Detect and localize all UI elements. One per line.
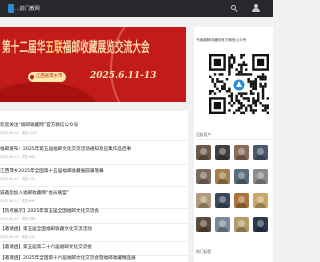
user-avatar[interactable] <box>234 217 249 232</box>
search-icon[interactable] <box>230 4 238 12</box>
user-avatar[interactable] <box>196 217 211 232</box>
active-users-title: 活跃用户 <box>196 132 212 137</box>
event-banner[interactable]: 第十二届华五联福邮收藏展览交流大会 江西省萍乡市 2025.6.11-13 <box>0 27 186 102</box>
site-logo[interactable]: ...前门教网 <box>8 4 40 13</box>
user-avatar[interactable] <box>234 169 249 184</box>
news-title[interactable]: 【热点展示】2025年第五届全国福邮文化交流会 <box>0 208 180 214</box>
right-sidebar: 书画福邮收藏网官方微信公众号 活跃用户 热门标签 <box>194 27 273 262</box>
news-title[interactable]: 【邀请函】2025年全国第十六届福邮文化交流会暨福邮收藏精品展 <box>0 255 180 261</box>
banner-location: 江西省萍乡市 <box>36 74 63 79</box>
news-title[interactable]: 福邮发布：2025年第五届福邮文化交流活动通知及征集作品启事 <box>0 146 180 152</box>
location-pin-icon <box>29 74 35 80</box>
user-avatar[interactable] <box>253 145 268 160</box>
user-avatar[interactable] <box>215 217 230 232</box>
news-meta: 2025-06-10 · 浏览 588 <box>0 217 36 221</box>
user-avatar[interactable] <box>253 169 268 184</box>
user-avatar[interactable] <box>196 169 211 184</box>
logo-text: ...前门教网 <box>15 6 40 12</box>
list-item[interactable]: 福邮发布：2025年第五届福邮文化交流活动通知及征集作品启事 2025-06-1… <box>0 144 188 165</box>
banner-location-badge: 江西省萍乡市 <box>28 72 67 82</box>
news-title[interactable]: 江西萍乡2025年全国第十五届福邮收藏展圆满落幕 <box>0 168 180 174</box>
news-meta: 2025-06-12 · 浏览 742 <box>0 177 36 181</box>
user-avatar[interactable] <box>253 217 268 232</box>
tags-section-title: 热门标签 <box>196 249 212 254</box>
user-avatar[interactable] <box>215 145 230 160</box>
news-title[interactable]: 欢迎关注“福邮收藏网”官方微信公众号 <box>0 122 180 128</box>
list-item[interactable]: 欢迎关注“福邮收藏网”官方微信公众号 2025-06-14 · 浏览 1203 <box>0 120 188 141</box>
news-title[interactable]: 诚邀您加入福邮收藏网“会员联盟” <box>0 190 180 196</box>
top-navigation-bar: ...前门教网 <box>0 0 273 17</box>
news-list: 欢迎关注“福邮收藏网”官方微信公众号 2025-06-14 · 浏览 1203 … <box>0 111 188 262</box>
qr-code-image <box>209 54 269 115</box>
news-meta: 2025-06-14 · 浏览 1203 <box>0 131 38 135</box>
user-avatar[interactable] <box>196 145 211 160</box>
user-avatar[interactable] <box>196 193 211 208</box>
user-avatar[interactable] <box>234 193 249 208</box>
banner-title: 第十二届华五联福邮收藏展览交流大会 <box>2 40 150 56</box>
logo-mark-icon <box>8 4 14 13</box>
news-meta: 2025-06-13 · 浏览 865 <box>0 155 36 159</box>
list-item[interactable]: 【热点展示】2025年第五届全国福邮文化交流会 2025-06-10 · 浏览 … <box>0 206 188 224</box>
news-meta: 2025-06-09 · 浏览 533 <box>0 235 36 239</box>
wechat-qr-code <box>209 54 269 116</box>
user-avatar[interactable] <box>215 169 230 184</box>
user-avatar[interactable] <box>234 145 249 160</box>
user-icon[interactable] <box>252 4 260 12</box>
news-title[interactable]: 【邀请函】第五届第二十六届福邮文化交流会 <box>0 244 180 250</box>
list-item[interactable]: 【邀请函】第五届全国福邮收藏文化交流活动 2025-06-09 · 浏览 533 <box>0 224 188 242</box>
qr-section-title: 书画福邮收藏网官方微信公众号 <box>196 38 247 42</box>
list-item[interactable]: 【邀请函】2025年全国第十六届福邮文化交流会暨福邮收藏精品展 <box>0 253 188 262</box>
list-item[interactable]: 江西萍乡2025年全国第十五届福邮收藏展圆满落幕 2025-06-12 · 浏览… <box>0 166 188 187</box>
user-avatar[interactable] <box>253 193 268 208</box>
news-meta: 2025-06-11 · 浏览 690 <box>0 199 36 203</box>
banner-date: 2025.6.11-13 <box>90 71 157 81</box>
user-avatar[interactable] <box>215 193 230 208</box>
divider <box>196 139 271 140</box>
news-title[interactable]: 【邀请函】第五届全国福邮收藏文化交流活动 <box>0 226 180 232</box>
